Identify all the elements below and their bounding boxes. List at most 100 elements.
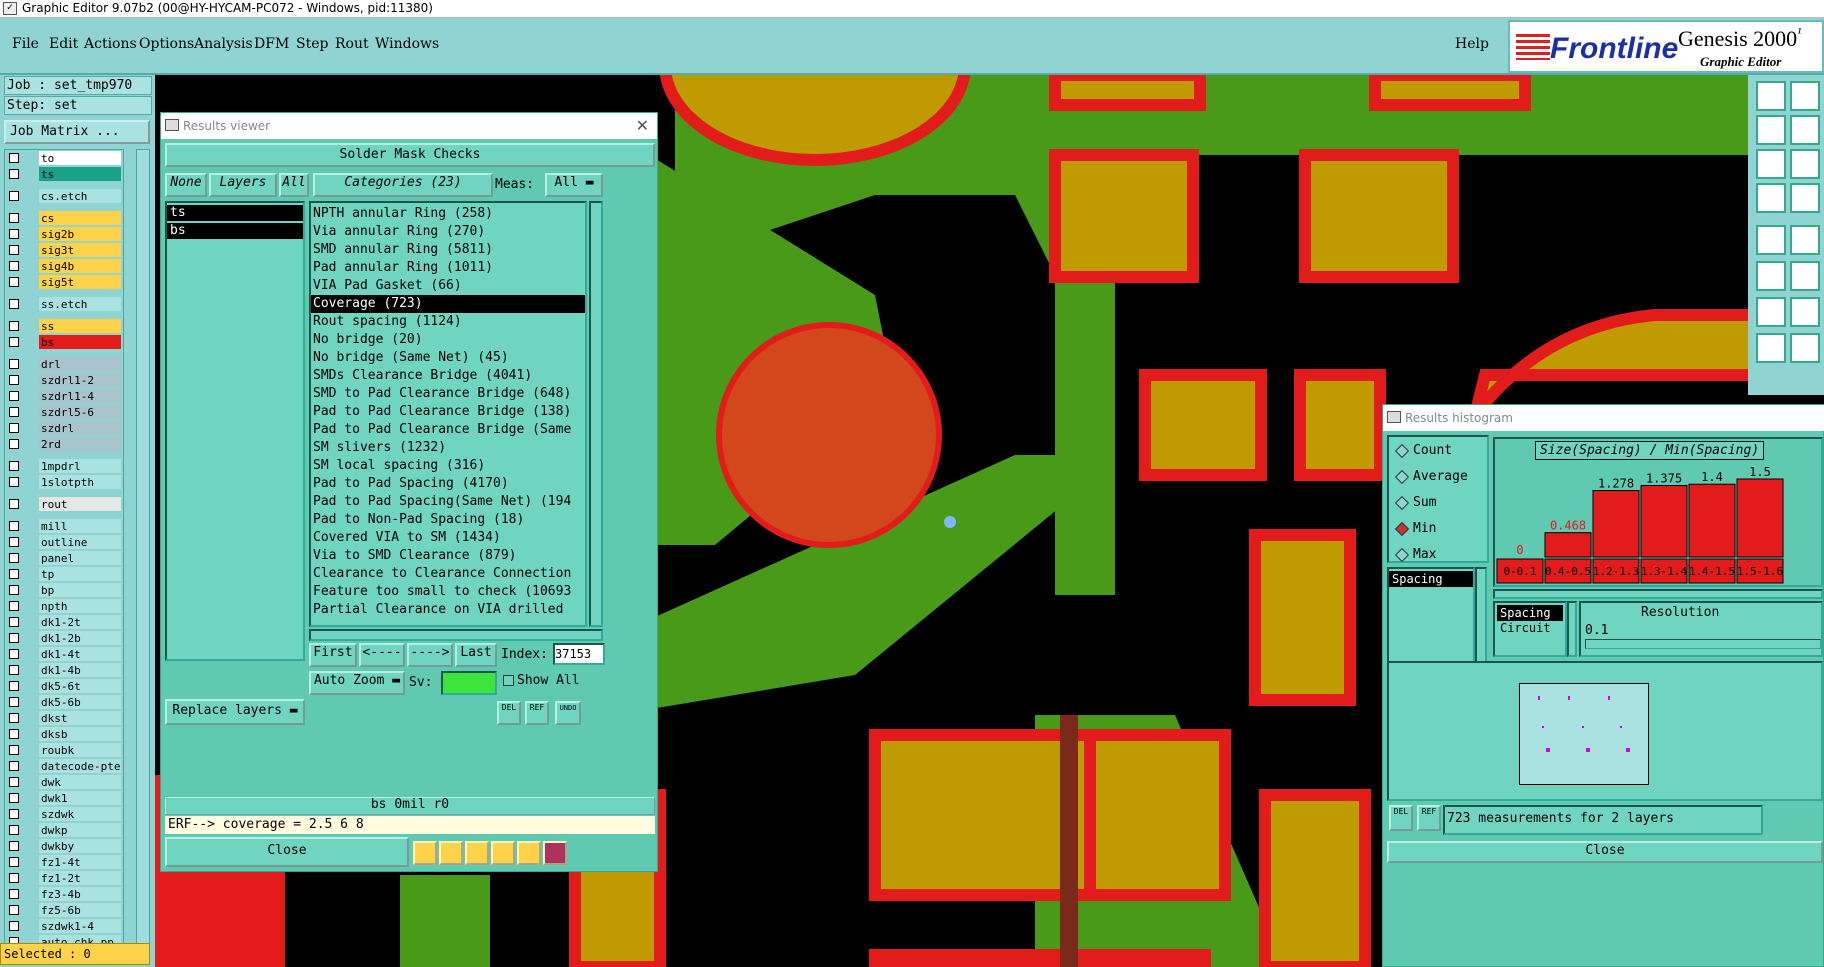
layer-row[interactable]: szdrl1-2 xyxy=(5,372,123,388)
type-list-scrollbar[interactable] xyxy=(1567,601,1577,657)
layer-row[interactable]: 1slotpth xyxy=(5,474,123,490)
category-item[interactable]: VIA Pad Gasket (66) xyxy=(311,277,585,295)
category-item[interactable]: SMD to Pad Clearance Bridge (648) xyxy=(311,385,585,403)
layer-row[interactable]: dwkp xyxy=(5,822,123,838)
layer-row[interactable]: sig5t xyxy=(5,274,123,290)
layer-checkbox[interactable] xyxy=(9,873,19,883)
tool-button[interactable] xyxy=(1756,149,1786,179)
category-item[interactable]: SMD annular Ring (5811) xyxy=(311,241,585,259)
layer-checkbox[interactable] xyxy=(9,569,19,579)
tool-button[interactable] xyxy=(1790,225,1820,255)
layer-checkbox[interactable] xyxy=(9,277,19,287)
layer-checkbox[interactable] xyxy=(9,375,19,385)
layer-checkbox[interactable] xyxy=(9,729,19,739)
histogram-close-button[interactable]: Close xyxy=(1387,841,1823,863)
layer-row[interactable]: fz5-6b xyxy=(5,902,123,918)
layer-checkbox[interactable] xyxy=(9,229,19,239)
histogram-bar[interactable] xyxy=(1640,485,1688,558)
layer-row[interactable]: dk1-2t xyxy=(5,614,123,630)
layer-checkbox[interactable] xyxy=(9,745,19,755)
category-item[interactable]: Rout spacing (1124) xyxy=(311,313,585,331)
category-item[interactable]: Pad to Non-Pad Spacing (18) xyxy=(311,511,585,529)
category-item[interactable]: Pad to Pad Spacing (4170) xyxy=(311,475,585,493)
menu-edit[interactable]: Edit xyxy=(49,36,78,52)
prev-button[interactable]: <---- xyxy=(359,643,405,667)
layer-checkbox[interactable] xyxy=(9,665,19,675)
menu-analysis[interactable]: Analysis xyxy=(194,36,253,52)
layer-checkbox[interactable] xyxy=(9,713,19,723)
layer-checkbox[interactable] xyxy=(9,261,19,271)
layer-row[interactable]: szdwk1-4 xyxy=(5,918,123,934)
tool-button[interactable] xyxy=(1756,297,1786,327)
layer-row[interactable]: bp xyxy=(5,582,123,598)
histogram-bar[interactable] xyxy=(1592,490,1640,558)
category-item[interactable]: No bridge (20) xyxy=(311,331,585,349)
layer-checkbox[interactable] xyxy=(9,825,19,835)
layer-checkbox[interactable] xyxy=(9,649,19,659)
menu-dfm[interactable]: DFM xyxy=(254,36,289,52)
layers-header[interactable]: Layers xyxy=(209,173,277,197)
layer-row[interactable]: ss xyxy=(5,318,123,334)
layer-checkbox[interactable] xyxy=(9,905,19,915)
next-button[interactable]: ----> xyxy=(407,643,453,667)
layer-row[interactable]: dwk xyxy=(5,774,123,790)
tool-button[interactable] xyxy=(1756,81,1786,111)
ref-button[interactable]: REF xyxy=(525,701,549,725)
histogram-type-list[interactable]: Spacing Circuit xyxy=(1493,601,1567,657)
tool-button[interactable] xyxy=(1790,297,1820,327)
layer-row[interactable]: panel xyxy=(5,550,123,566)
category-item[interactable]: Pad annular Ring (1011) xyxy=(311,259,585,277)
layer-checkbox[interactable] xyxy=(9,477,19,487)
layer-row[interactable]: szdwk xyxy=(5,806,123,822)
category-item[interactable]: No bridge (Same Net) (45) xyxy=(311,349,585,367)
category-item[interactable]: Via to SMD Clearance (879) xyxy=(311,547,585,565)
layer-row[interactable]: 2rd xyxy=(5,436,123,452)
undo-button[interactable]: UNDO xyxy=(555,701,581,725)
export-icon[interactable] xyxy=(439,841,463,865)
menu-windows[interactable]: Windows xyxy=(375,36,439,52)
layer-row[interactable]: dwk1 xyxy=(5,790,123,806)
menu-rout[interactable]: Rout xyxy=(335,36,369,52)
histogram-bar[interactable] xyxy=(1544,532,1592,558)
layer-row[interactable]: sig2b xyxy=(5,226,123,242)
tool-button[interactable] xyxy=(1790,115,1820,145)
histogram-chart[interactable]: Size(Spacing) / Min(Spacing) 0 0-0.1 0.468… xyxy=(1493,437,1823,587)
layer-row[interactable]: npth xyxy=(5,598,123,614)
close-icon[interactable]: ✕ xyxy=(636,113,649,139)
layer-row[interactable]: outline xyxy=(5,534,123,550)
category-item[interactable]: Clearance to Clearance Connection xyxy=(311,565,585,583)
layer-checkbox[interactable] xyxy=(9,337,19,347)
index-input[interactable]: 37153 xyxy=(553,643,605,665)
mode-min-radio[interactable]: Min xyxy=(1394,521,1436,537)
layer-checkbox[interactable] xyxy=(9,697,19,707)
layers-all-button[interactable]: All xyxy=(279,173,309,197)
layer-checkbox[interactable] xyxy=(9,299,19,309)
meas-dropdown[interactable]: All ▬ xyxy=(545,173,603,197)
list-item[interactable]: Spacing xyxy=(1389,571,1473,587)
layer-list[interactable]: to ts cs.etch cs sig2b sig3t sig4b sig5t ss.etch… xyxy=(4,149,124,944)
layer-checkbox[interactable] xyxy=(9,169,19,179)
layer-checkbox[interactable] xyxy=(9,461,19,471)
layer-row[interactable]: fz1-4t xyxy=(5,854,123,870)
notes-icon[interactable] xyxy=(517,841,541,865)
tool-button[interactable] xyxy=(1756,333,1786,363)
histogram-bar[interactable] xyxy=(1688,483,1736,558)
list-item[interactable]: Circuit xyxy=(1497,621,1563,635)
layer-row[interactable]: rout xyxy=(5,496,123,512)
category-hscroll[interactable] xyxy=(309,629,603,641)
tool-button[interactable] xyxy=(1790,149,1820,179)
layer-row[interactable]: roubk xyxy=(5,742,123,758)
layer-checkbox[interactable] xyxy=(9,153,19,163)
auto-zoom-dropdown[interactable]: Auto Zoom ▬ xyxy=(309,671,405,695)
list-item[interactable]: bs xyxy=(167,223,303,239)
category-item[interactable]: SM slivers (1232) xyxy=(311,439,585,457)
layer-row[interactable]: mill xyxy=(5,518,123,534)
layer-row[interactable]: fz1-2t xyxy=(5,870,123,886)
category-item[interactable]: Pad to Pad Clearance Bridge (Same xyxy=(311,421,585,439)
histogram-icon[interactable] xyxy=(543,841,567,865)
layer-row[interactable]: tp xyxy=(5,566,123,582)
layer-row[interactable]: 1mpdrl xyxy=(5,458,123,474)
replace-layers-dropdown[interactable]: Replace layers ▬ xyxy=(165,699,305,725)
category-scrollbar[interactable] xyxy=(589,201,603,627)
layer-row[interactable]: cs xyxy=(5,210,123,226)
